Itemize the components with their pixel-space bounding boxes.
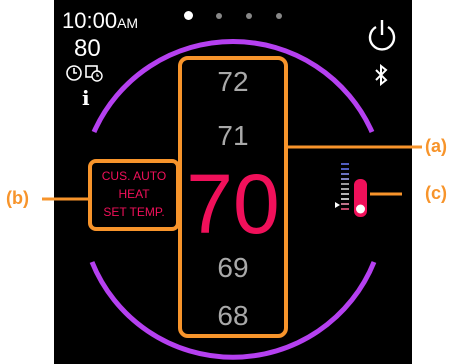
page-indicator[interactable] [184,10,294,24]
page-dot-active[interactable] [184,11,193,20]
bluetooth-icon [375,64,388,86]
setpoint-option[interactable]: 71 [182,120,284,152]
outdoor-temperature: 80 [74,35,101,62]
temperature-level-indicator[interactable] [335,162,375,222]
page-dot[interactable] [246,13,252,19]
setpoint-option[interactable]: 72 [182,66,284,98]
mode-line-1: CUS. AUTO [101,169,167,183]
page-dot[interactable] [216,13,222,19]
mode-label[interactable]: CUS. AUTO HEAT SET TEMP. [88,159,180,231]
callout-b: (b) [6,188,29,208]
info-icon[interactable]: i [82,86,90,110]
level-ticks [341,163,349,210]
level-pointer-icon [335,202,340,208]
clock-ampm: AM [117,15,139,31]
setpoint-option[interactable]: 69 [182,252,284,284]
page-dot[interactable] [276,13,282,19]
clock: 10:00AM [62,8,138,34]
setpoint-roller[interactable]: 72 71 70 69 68 [178,56,288,338]
mode-line-2: HEAT [118,187,150,201]
clock-time: 10:00 [62,8,118,33]
setpoint-option[interactable]: 68 [182,300,284,332]
current-setpoint[interactable]: 70 [182,162,284,246]
callout-c: (c) [425,183,447,203]
mode-line-3: SET TEMP. [103,205,165,219]
level-knob [356,204,365,214]
schedule-icon[interactable] [66,64,108,82]
callout-a: (a) [425,136,447,156]
thermostat-screen: 10:00AM 80 i 72 71 70 69 68 CUS. AUTO HE… [54,0,412,364]
power-icon[interactable] [366,18,398,52]
